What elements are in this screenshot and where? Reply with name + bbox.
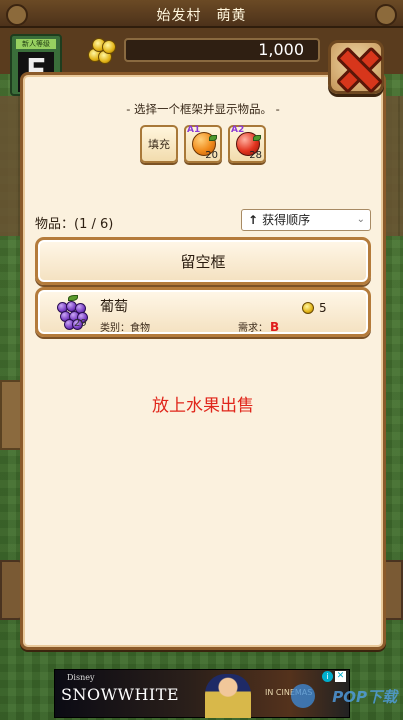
demand-label: 需求： bbox=[238, 323, 268, 334]
empty-frame-option[interactable]: 留空框 bbox=[35, 237, 371, 285]
sort-dropdown[interactable]: ↑ 获得顺序 ⌄ bbox=[241, 209, 371, 231]
slot-count: 28 bbox=[249, 150, 262, 161]
watermark: POP下载 bbox=[332, 688, 397, 706]
item-row-grape[interactable]: 29 葡萄 类别：食物 需求： B 5 bbox=[35, 287, 371, 337]
frame-slot-orange[interactable]: A1 20 bbox=[184, 125, 222, 163]
item-count: 29 bbox=[74, 318, 87, 329]
close-button[interactable] bbox=[328, 40, 384, 94]
item-category: 类别：食物 bbox=[100, 323, 150, 334]
money-display: 1,000 bbox=[124, 38, 320, 62]
frame-row: 填充 A1 20 A2 28 bbox=[35, 125, 371, 165]
slot-count: 20 bbox=[205, 150, 218, 161]
top-bar: 始发村 萌黄 bbox=[0, 0, 403, 28]
empty-frame-label: 留空框 bbox=[180, 252, 226, 271]
watermark-logo-icon bbox=[291, 684, 315, 708]
close-icon bbox=[336, 47, 376, 87]
demand-grade: B bbox=[270, 320, 280, 334]
village-name: 始发村 萌黄 bbox=[156, 8, 247, 24]
sort-arrow-icon: ↑ bbox=[248, 213, 259, 227]
ad-character-image bbox=[205, 674, 251, 718]
coin-stack-icon bbox=[88, 38, 116, 66]
ad-brand: Disney bbox=[67, 673, 95, 682]
sell-panel: - 选择一个框架并显示物品。 - 填充 A1 20 A2 28 物品：(1 / … bbox=[20, 72, 386, 650]
frame-fill-label: 填充 bbox=[148, 138, 170, 151]
frame-fill-button[interactable]: 填充 bbox=[140, 125, 178, 163]
sort-label: 获得顺序 bbox=[262, 213, 311, 227]
panel-instruction: - 选择一个框架并显示物品。 - bbox=[126, 102, 280, 116]
rank-title: 新人等级 bbox=[16, 39, 56, 49]
ad-info-icon[interactable]: i bbox=[322, 671, 333, 682]
corner-ornament-icon bbox=[375, 4, 397, 26]
ad-title: SNOWWHITE bbox=[61, 685, 180, 704]
ad-close-icon[interactable]: ✕ bbox=[335, 671, 346, 682]
item-name: 葡萄 bbox=[100, 299, 128, 315]
sell-hint: 放上水果出售 bbox=[152, 396, 254, 416]
item-price: 5 bbox=[319, 301, 327, 315]
chevron-down-icon: ⌄ bbox=[356, 214, 365, 225]
items-count-label: 物品：(1 / 6) bbox=[35, 217, 114, 232]
item-demand: 需求： B bbox=[238, 319, 279, 334]
frame-slot-apple[interactable]: A2 28 bbox=[228, 125, 266, 163]
coin-icon bbox=[302, 302, 314, 314]
